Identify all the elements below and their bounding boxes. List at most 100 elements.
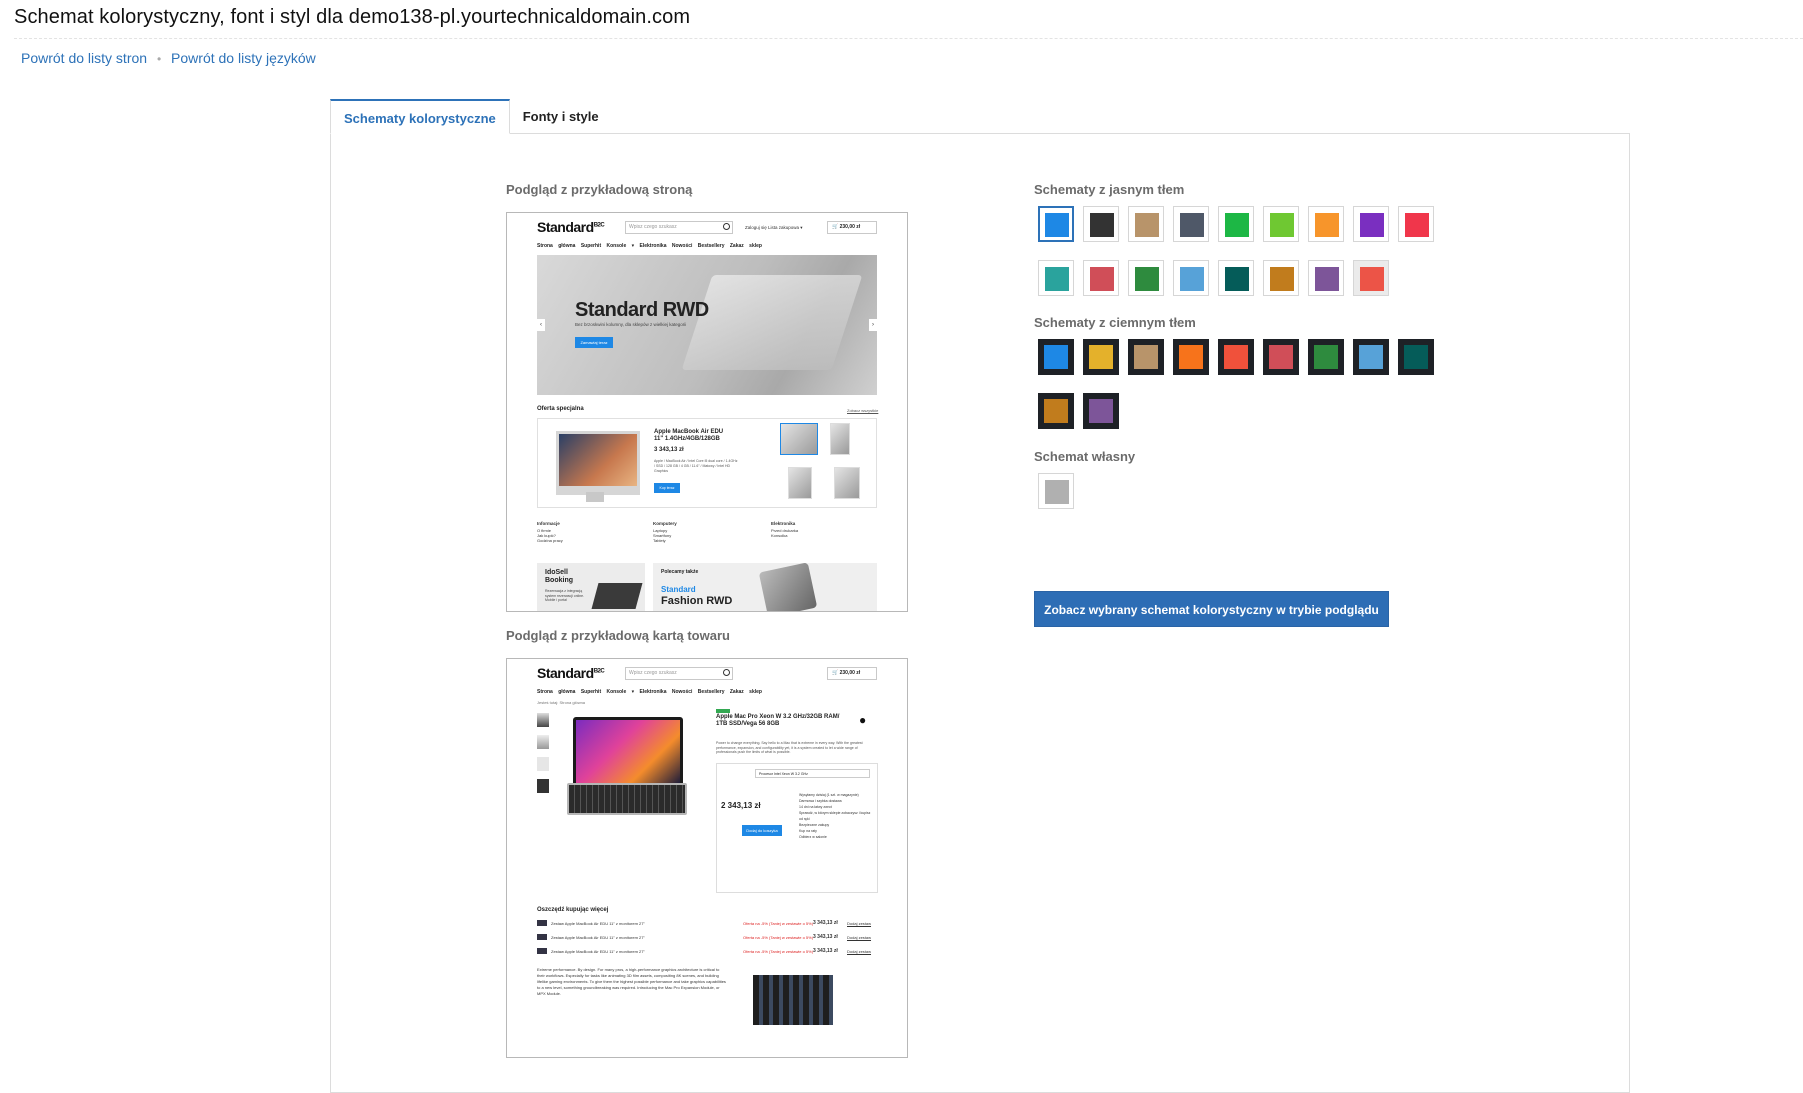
bundle-heading: Oszczędź kupując więcej bbox=[537, 907, 609, 913]
imac-stand bbox=[586, 492, 604, 502]
product-description: Power to change everything. Say hello to… bbox=[716, 741, 863, 754]
dark-scheme-swatch[interactable] bbox=[1398, 339, 1434, 375]
preview-hero-banner: ‹ › Standard RWD Bez brzoskwini kolumny,… bbox=[537, 255, 877, 395]
light-scheme-swatch[interactable] bbox=[1083, 206, 1119, 242]
light-scheme-swatch[interactable] bbox=[1218, 206, 1254, 242]
tab-color-schemes[interactable]: Schematy kolorystyczne bbox=[330, 99, 510, 134]
macbook-keyboard-image bbox=[567, 783, 687, 815]
back-to-pages-link[interactable]: Powrót do listy stron bbox=[21, 50, 147, 66]
product-preview: StandardB2C Wpisz czego szukasz 🛒 230,00… bbox=[506, 658, 908, 1058]
swatch-color-fill bbox=[1315, 213, 1339, 237]
light-scheme-swatch[interactable] bbox=[1263, 206, 1299, 242]
offer-thumbnail bbox=[788, 467, 812, 499]
custom-scheme-label: Schemat własny bbox=[1034, 449, 1136, 464]
light-scheme-swatch[interactable] bbox=[1263, 260, 1299, 296]
product-breadcrumb: Jesteś tutaj: Strona główna bbox=[537, 700, 586, 705]
bundle-row: Zestaw Apple MacBook Air EDU 11" z monit… bbox=[537, 920, 877, 930]
preview-basket: 🛒 230,00 zł bbox=[827, 221, 877, 234]
light-scheme-swatch[interactable] bbox=[1038, 260, 1074, 296]
swatch-color-fill bbox=[1179, 345, 1203, 369]
light-scheme-swatch[interactable] bbox=[1353, 206, 1389, 242]
light-scheme-swatch[interactable] bbox=[1173, 260, 1209, 296]
swatch-color-fill bbox=[1314, 345, 1338, 369]
offer-button: Kup teraz bbox=[654, 483, 680, 493]
breadcrumb: Powrót do listy stron • Powrót do listy … bbox=[21, 50, 316, 66]
product-thumbnail bbox=[537, 735, 549, 749]
footer-col-electronics: Elektronika Przed drukarka Konsolka bbox=[771, 521, 799, 538]
page-title: Schemat kolorystyczny, font i styl dla d… bbox=[14, 6, 691, 28]
dark-scheme-swatch[interactable] bbox=[1083, 339, 1119, 375]
offer-description: Apple / MacBook Air / Intel Core i5 dual… bbox=[654, 459, 738, 473]
booking-banner: IdoSell Booking Rezerwacja z integracją … bbox=[537, 563, 645, 611]
preview-search: Wpisz czego szukasz bbox=[625, 221, 733, 234]
special-offer-link: Zobacz wszystkie bbox=[847, 408, 879, 413]
breadcrumb-separator: • bbox=[156, 52, 162, 66]
light-schemes-label: Schematy z jasnym tłem bbox=[1034, 182, 1185, 197]
dark-scheme-swatch[interactable] bbox=[1353, 339, 1389, 375]
dark-scheme-swatch[interactable] bbox=[1128, 339, 1164, 375]
swatch-color-fill bbox=[1359, 345, 1383, 369]
preview-nav: Strona główna Superhit Konsole ▾ Elektro… bbox=[537, 689, 762, 695]
back-to-languages-link[interactable]: Powrót do listy języków bbox=[171, 50, 316, 66]
swatch-color-fill bbox=[1135, 213, 1159, 237]
product-badge bbox=[716, 709, 730, 713]
dark-scheme-swatch[interactable] bbox=[1218, 339, 1254, 375]
light-scheme-swatch[interactable] bbox=[1218, 260, 1254, 296]
swatch-color-fill bbox=[1089, 399, 1113, 423]
light-scheme-swatch[interactable] bbox=[1308, 206, 1344, 242]
laptop-image bbox=[681, 275, 863, 370]
dark-scheme-swatch[interactable] bbox=[1038, 393, 1074, 429]
preview-logo: StandardB2C bbox=[537, 665, 605, 681]
light-scheme-swatch[interactable] bbox=[1173, 206, 1209, 242]
light-scheme-swatch[interactable] bbox=[1083, 260, 1119, 296]
swatch-color-fill bbox=[1134, 345, 1158, 369]
dark-schemes-label: Schematy z ciemnym tłem bbox=[1034, 315, 1196, 330]
chevron-left-icon: ‹ bbox=[537, 319, 545, 331]
dark-scheme-swatch[interactable] bbox=[1173, 339, 1209, 375]
offer-thumbnail bbox=[780, 423, 818, 455]
custom-color-swatch[interactable] bbox=[1038, 473, 1074, 509]
tablet-image bbox=[591, 583, 643, 609]
swatch-color-fill bbox=[1044, 399, 1068, 423]
preview-scheme-button[interactable]: Zobacz wybrany schemat kolorystyczny w t… bbox=[1034, 591, 1389, 627]
swatch-color-fill bbox=[1135, 267, 1159, 291]
bundle-row: Zestaw Apple MacBook Air EDU 11" z monit… bbox=[537, 934, 877, 944]
preview-logo: StandardB2C bbox=[537, 219, 605, 235]
swatch-color-fill bbox=[1225, 213, 1249, 237]
light-scheme-swatch[interactable] bbox=[1128, 206, 1164, 242]
swatch-color-fill bbox=[1089, 345, 1113, 369]
special-offer-heading: Oferta specjalna bbox=[537, 406, 584, 412]
swatch-color-fill bbox=[1270, 213, 1294, 237]
light-scheme-swatch[interactable] bbox=[1038, 206, 1074, 242]
light-scheme-swatch[interactable] bbox=[1353, 260, 1389, 296]
tab-fonts-styles[interactable]: Fonty i style bbox=[510, 99, 612, 134]
offer-thumbnail bbox=[830, 423, 850, 455]
page-preview-label: Podgląd z przykładową stroną bbox=[506, 182, 693, 197]
swatch-color-fill bbox=[1045, 267, 1069, 291]
light-scheme-swatch[interactable] bbox=[1308, 260, 1344, 296]
swatch-color-fill bbox=[1360, 267, 1384, 291]
swatch-color-fill bbox=[1090, 213, 1114, 237]
product-thumbnail bbox=[537, 757, 549, 771]
preview-basket: 🛒 230,00 zł bbox=[827, 667, 877, 680]
chevron-right-icon: › bbox=[869, 319, 877, 331]
preview-nav: Strona główna Superhit Konsole ▾ Elektro… bbox=[537, 243, 762, 249]
swatch-color-fill bbox=[1269, 345, 1293, 369]
hero-title: Standard RWD bbox=[575, 299, 709, 321]
dark-scheme-swatch[interactable] bbox=[1308, 339, 1344, 375]
light-scheme-swatch[interactable] bbox=[1128, 260, 1164, 296]
search-icon bbox=[723, 223, 730, 230]
phone-image bbox=[758, 562, 818, 611]
bundle-row: Zestaw Apple MacBook Air EDU 11" z monit… bbox=[537, 948, 877, 958]
dark-scheme-swatch[interactable] bbox=[1038, 339, 1074, 375]
product-long-description: Extreme performance. By design. For many… bbox=[537, 967, 726, 996]
fashion-banner: Polecamy także Standard Fashion RWD bbox=[653, 562, 877, 611]
footer-col-info: Informacje O firmie Jak kupić? Godzina p… bbox=[537, 521, 563, 543]
macbook-screen-image bbox=[573, 717, 683, 787]
swatch-color-fill bbox=[1225, 267, 1249, 291]
offer-title: Apple MacBook Air EDU 11" 1.4GHz/4GB/128… bbox=[654, 429, 724, 442]
light-scheme-swatch[interactable] bbox=[1398, 206, 1434, 242]
swatch-color-fill bbox=[1404, 345, 1428, 369]
dark-scheme-swatch[interactable] bbox=[1083, 393, 1119, 429]
dark-scheme-swatch[interactable] bbox=[1263, 339, 1299, 375]
